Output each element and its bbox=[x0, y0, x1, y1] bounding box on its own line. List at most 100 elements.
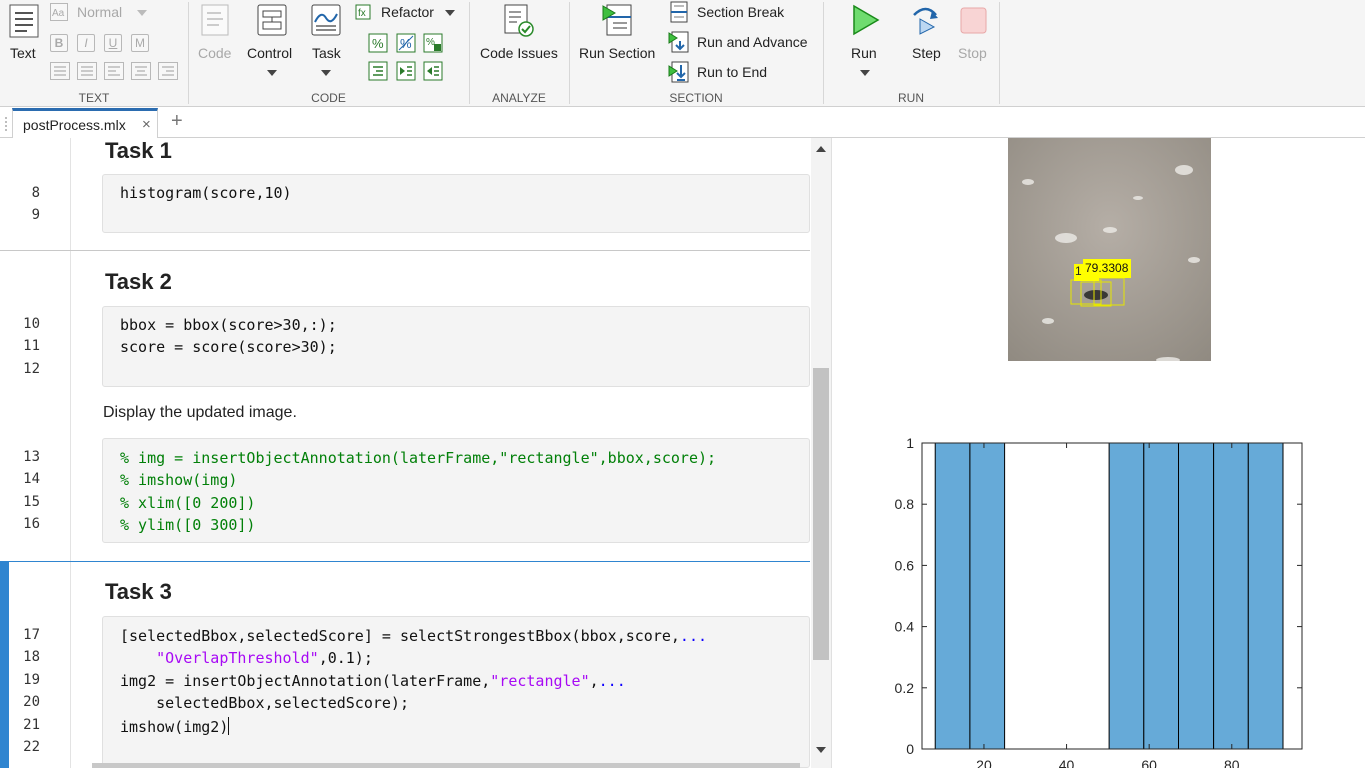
run-to-end-button[interactable]: Run to End bbox=[697, 64, 767, 80]
comment-line[interactable]: % xlim([0 200]) bbox=[120, 494, 255, 512]
prose-text[interactable]: Display the updated image. bbox=[103, 404, 297, 422]
run-group-label: RUN bbox=[898, 91, 924, 105]
control-icon[interactable] bbox=[257, 4, 287, 39]
align-right-icon[interactable] bbox=[158, 62, 178, 83]
line-number: 20 bbox=[23, 694, 40, 710]
monospace-button[interactable]: M bbox=[131, 34, 149, 52]
y-tick-label: 0.8 bbox=[895, 496, 915, 512]
tab-postprocess[interactable]: postProcess.mlx × bbox=[12, 108, 158, 138]
vertical-scrollbar[interactable] bbox=[811, 138, 831, 768]
code-issues-icon[interactable] bbox=[503, 4, 535, 41]
code-line[interactable]: [selectedBbox,selectedScore] = selectStr… bbox=[120, 627, 707, 645]
wrap-comments-icon[interactable]: % bbox=[423, 33, 443, 56]
histogram-bar bbox=[1143, 442, 1180, 750]
string-literal: "OverlapThreshold" bbox=[156, 649, 319, 667]
line-number: 22 bbox=[23, 739, 40, 755]
section-heading: Task 2 bbox=[105, 269, 172, 294]
code-line[interactable]: selectedBbox,selectedScore); bbox=[120, 694, 409, 712]
decrease-indent-icon[interactable] bbox=[423, 61, 443, 84]
code-segment: ,0.1); bbox=[318, 649, 373, 667]
comment-icon[interactable]: % bbox=[368, 33, 388, 56]
align-left-icon[interactable] bbox=[104, 62, 124, 83]
step-icon[interactable] bbox=[910, 5, 942, 38]
step-button[interactable]: Step bbox=[912, 45, 941, 61]
section-break-button[interactable]: Section Break bbox=[697, 4, 784, 20]
svg-text:%: % bbox=[372, 36, 384, 51]
underline-button[interactable]: U bbox=[104, 34, 122, 52]
task-icon[interactable] bbox=[311, 4, 341, 39]
histogram-bar bbox=[1247, 442, 1284, 750]
run-section-icon[interactable] bbox=[601, 3, 635, 42]
code-line[interactable]: img2 = insertObjectAnnotation(laterFrame… bbox=[120, 672, 626, 690]
y-tick-label: 1 bbox=[906, 435, 914, 451]
code-block[interactable] bbox=[102, 174, 810, 233]
scroll-up-icon[interactable] bbox=[816, 146, 826, 152]
tab-close-icon[interactable]: × bbox=[142, 116, 151, 133]
code-line[interactable]: "OverlapThreshold",0.1); bbox=[120, 649, 373, 667]
live-editor[interactable]: Task 1 8 9 histogram(score,10) Task 2 10… bbox=[0, 138, 831, 768]
scrollbar-thumb[interactable] bbox=[813, 368, 829, 660]
code-segment: imshow(img2) bbox=[120, 718, 229, 736]
code-line[interactable]: imshow(img2) bbox=[120, 717, 230, 736]
histogram-bar bbox=[1108, 442, 1145, 750]
text-button[interactable]: Text bbox=[10, 45, 36, 61]
code-line[interactable]: histogram(score,10) bbox=[120, 184, 292, 202]
histogram-bar bbox=[1213, 442, 1249, 750]
numbered-list-icon[interactable] bbox=[77, 62, 97, 83]
run-button[interactable]: Run bbox=[851, 45, 877, 61]
stop-icon[interactable] bbox=[960, 7, 988, 38]
x-tick-label: 80 bbox=[1224, 757, 1240, 768]
run-caret-icon[interactable] bbox=[860, 70, 870, 76]
refactor-button[interactable]: Refactor bbox=[381, 4, 434, 20]
refactor-icon[interactable]: fx bbox=[352, 2, 374, 25]
code-line[interactable]: bbox = bbox(score>30,:); bbox=[120, 316, 337, 334]
comment-line[interactable]: % imshow(img) bbox=[120, 471, 237, 489]
increase-indent-icon[interactable] bbox=[396, 61, 416, 84]
new-tab-button[interactable]: + bbox=[171, 110, 183, 133]
group-divider bbox=[999, 2, 1000, 104]
line-number: 8 bbox=[31, 185, 40, 201]
code-line[interactable]: score = score(score>30); bbox=[120, 338, 337, 356]
uncomment-icon[interactable]: % bbox=[396, 33, 416, 56]
code-segment: , bbox=[589, 672, 599, 690]
control-button[interactable]: Control bbox=[247, 45, 292, 61]
smart-indent-icon[interactable] bbox=[368, 61, 388, 84]
code-icon[interactable] bbox=[201, 4, 229, 39]
section-heading: Task 1 bbox=[105, 138, 172, 163]
task-button[interactable]: Task bbox=[312, 45, 341, 61]
y-tick-label: 0.4 bbox=[895, 619, 915, 635]
run-section-button[interactable]: Run Section bbox=[579, 45, 655, 61]
italic-button[interactable]: I bbox=[77, 34, 95, 52]
stop-button[interactable]: Stop bbox=[958, 45, 987, 61]
scroll-down-icon[interactable] bbox=[816, 747, 826, 753]
text-icon[interactable] bbox=[9, 4, 39, 41]
histogram-bar bbox=[1178, 442, 1215, 750]
section-divider bbox=[9, 561, 810, 562]
style-caret-icon[interactable] bbox=[137, 10, 147, 16]
line-number: 19 bbox=[23, 672, 40, 688]
align-center-icon[interactable] bbox=[131, 62, 151, 83]
run-icon[interactable] bbox=[851, 4, 881, 39]
comment-line[interactable]: % ylim([0 300]) bbox=[120, 516, 255, 534]
run-to-end-icon[interactable] bbox=[668, 61, 690, 86]
comment-line[interactable]: % img = insertObjectAnnotation(laterFram… bbox=[120, 449, 716, 467]
horizontal-scrollbar-thumb[interactable] bbox=[92, 763, 800, 768]
bold-button[interactable]: B bbox=[50, 34, 68, 52]
line-number: 16 bbox=[23, 516, 40, 532]
run-and-advance-icon[interactable] bbox=[668, 31, 690, 56]
code-button[interactable]: Code bbox=[198, 45, 231, 61]
run-and-advance-button[interactable]: Run and Advance bbox=[697, 34, 808, 50]
control-caret-icon[interactable] bbox=[267, 70, 277, 76]
refactor-caret-icon[interactable] bbox=[445, 10, 455, 16]
style-select[interactable]: Normal bbox=[77, 4, 122, 20]
group-divider bbox=[469, 2, 470, 104]
code-issues-button[interactable]: Code Issues bbox=[480, 45, 558, 61]
line-number: 9 bbox=[31, 207, 40, 223]
continuation-ellipsis: ... bbox=[598, 672, 626, 690]
line-number: 10 bbox=[23, 316, 40, 332]
x-tick-label: 40 bbox=[1059, 757, 1075, 768]
annotation-score: 79.3308 bbox=[1085, 261, 1129, 275]
task-caret-icon[interactable] bbox=[321, 70, 331, 76]
section-break-icon[interactable] bbox=[668, 1, 690, 26]
bulleted-list-icon[interactable] bbox=[50, 62, 70, 83]
